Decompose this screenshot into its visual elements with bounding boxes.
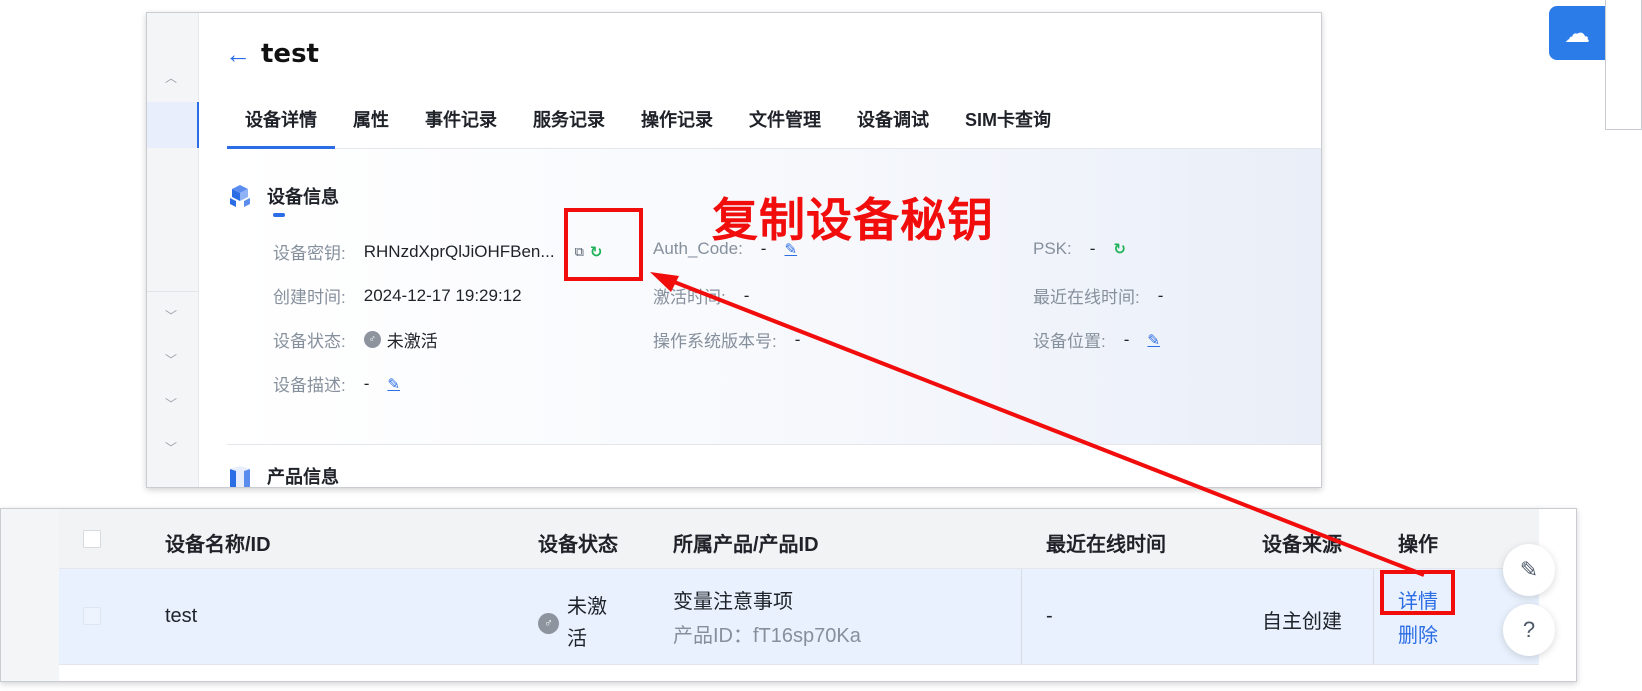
status-text-line1: 未激	[567, 596, 607, 618]
field-label: PSK:	[1033, 239, 1072, 258]
tab-sim-query[interactable]: SIM卡查询	[947, 97, 1069, 149]
row-device-name: test	[165, 605, 198, 627]
field-label: 设备描述:	[273, 376, 346, 395]
field-description: 设备描述: - ✎	[273, 371, 400, 396]
page-header: ← test	[225, 39, 319, 69]
device-status-value: 未激活	[386, 332, 438, 351]
cloud-icon[interactable]: ☁	[1549, 6, 1605, 60]
field-os-version: 操作系统版本号: -	[653, 327, 800, 352]
tab-event-log[interactable]: 事件记录	[407, 97, 515, 149]
header-last-online: 最近在线时间	[1046, 534, 1166, 556]
created-time-value: 2024-12-17 19:29:12	[363, 285, 522, 305]
field-last-online: 最近在线时间: -	[1033, 283, 1163, 308]
chevron-down-icon[interactable]: ﹀	[165, 395, 177, 412]
inactive-status-icon: ♂	[538, 612, 559, 634]
column-divider	[1373, 569, 1374, 665]
row-last-online: -	[1046, 605, 1053, 627]
tab-file-management[interactable]: 文件管理	[731, 97, 839, 149]
list-left-gutter	[1, 509, 59, 681]
refresh-icon[interactable]: ↻	[1113, 240, 1126, 258]
os-version-value: -	[794, 329, 801, 349]
header-actions: 操作	[1398, 534, 1438, 556]
table-header: 设备名称/ID 设备状态 所属产品/产品ID 最近在线时间 设备来源 操作	[59, 509, 1539, 569]
field-created-time: 创建时间: 2024-12-17 19:29:12	[273, 283, 522, 308]
description-value: -	[363, 373, 370, 393]
chevron-down-icon[interactable]: ﹀	[165, 307, 177, 324]
cube-icon	[230, 185, 250, 207]
left-rail: ︿ ﹀ ﹀ ﹀ ﹀	[147, 13, 199, 487]
header-product: 所属产品/产品ID	[673, 534, 819, 556]
tab-operation-log[interactable]: 操作记录	[623, 97, 731, 149]
product-info-header: 产品信息	[227, 463, 339, 487]
activated-time-value: -	[743, 285, 750, 305]
device-detail-window: ︿ ﹀ ﹀ ﹀ ﹀ ← test 设备详情 属性 事件记录 服务记录 操作记录 …	[146, 12, 1322, 488]
status-text-line2: 活	[567, 628, 587, 650]
detail-tabs: 设备详情 属性 事件记录 服务记录 操作记录 文件管理 设备调试 SIM卡查询	[227, 97, 1321, 149]
select-all-checkbox[interactable]	[83, 530, 101, 548]
rail-divider	[147, 291, 199, 292]
column-divider	[1021, 569, 1022, 665]
side-panel-fragment	[1605, 0, 1642, 130]
row-product-name: 变量注意事项	[673, 591, 793, 613]
field-device-secret: 设备密钥: RHNzdXprQlJiOHFBen... ⧉ ↻	[273, 239, 602, 264]
page-title: test	[261, 39, 319, 69]
psk-value: -	[1089, 239, 1096, 258]
field-label: 创建时间:	[273, 288, 346, 307]
device-list-window: 设备名称/ID 设备状态 所属产品/产品ID 最近在线时间 设备来源 操作 te…	[0, 508, 1577, 682]
row-source: 自主创建	[1262, 611, 1342, 633]
edit-icon[interactable]: ✎	[1147, 331, 1160, 349]
field-location: 设备位置: - ✎	[1033, 327, 1160, 352]
last-online-value: -	[1157, 285, 1164, 305]
row-checkbox[interactable]	[83, 607, 101, 625]
tab-properties[interactable]: 属性	[335, 97, 407, 149]
field-psk: PSK: - ↻	[1033, 239, 1126, 259]
delete-link[interactable]: 删除	[1398, 619, 1438, 648]
edit-icon[interactable]: ✎	[387, 375, 400, 393]
back-arrow-icon[interactable]: ←	[225, 41, 251, 67]
field-label: 激活时间:	[653, 288, 726, 307]
location-value: -	[1123, 329, 1130, 349]
help-icon[interactable]: ?	[1503, 604, 1555, 656]
inactive-status-icon: ♂	[363, 331, 381, 348]
annotation-box-copy-secret	[564, 208, 643, 281]
field-label: 设备密钥:	[273, 244, 346, 263]
chevron-down-icon[interactable]: ﹀	[165, 351, 177, 368]
chevron-down-icon[interactable]: ﹀	[165, 439, 177, 456]
edit-note-icon[interactable]: ✎	[1503, 544, 1555, 596]
annotation-text: 复制设备秘钥	[712, 193, 994, 247]
field-label: 设备位置:	[1033, 332, 1106, 351]
row-device-status: ♂ 未激 活	[538, 591, 607, 655]
tab-device-detail[interactable]: 设备详情	[227, 97, 335, 149]
table-row: test ♂ 未激 活 变量注意事项 产品ID：fT16sp70Ka - 自主创…	[59, 569, 1539, 665]
header-source: 设备来源	[1262, 534, 1342, 556]
field-label: 最近在线时间:	[1033, 288, 1140, 307]
annotation-box-detail-link	[1380, 570, 1455, 615]
field-activated-time: 激活时间: -	[653, 283, 749, 308]
field-device-status: 设备状态: ♂ 未激活	[273, 327, 438, 352]
section-title-device-info: 设备信息	[267, 187, 339, 207]
header-device-name: 设备名称/ID	[165, 534, 271, 556]
field-label: 操作系统版本号:	[653, 332, 777, 351]
row-product-id: 产品ID：fT16sp70Ka	[673, 625, 861, 647]
device-info-header: 设备信息	[227, 183, 339, 209]
tab-device-debug[interactable]: 设备调试	[839, 97, 947, 149]
chevron-up-icon[interactable]: ︿	[165, 69, 177, 86]
device-secret-value: RHNzdXprQlJiOHFBen...	[363, 241, 555, 261]
header-device-status: 设备状态	[538, 534, 618, 556]
section-underline	[273, 213, 285, 217]
section-title-product-info: 产品信息	[267, 467, 339, 487]
status-text: 未激 活	[567, 591, 607, 655]
box-icon	[230, 466, 250, 487]
rail-active-item[interactable]	[147, 102, 199, 148]
tab-service-log[interactable]: 服务记录	[515, 97, 623, 149]
field-label: 设备状态:	[273, 332, 346, 351]
